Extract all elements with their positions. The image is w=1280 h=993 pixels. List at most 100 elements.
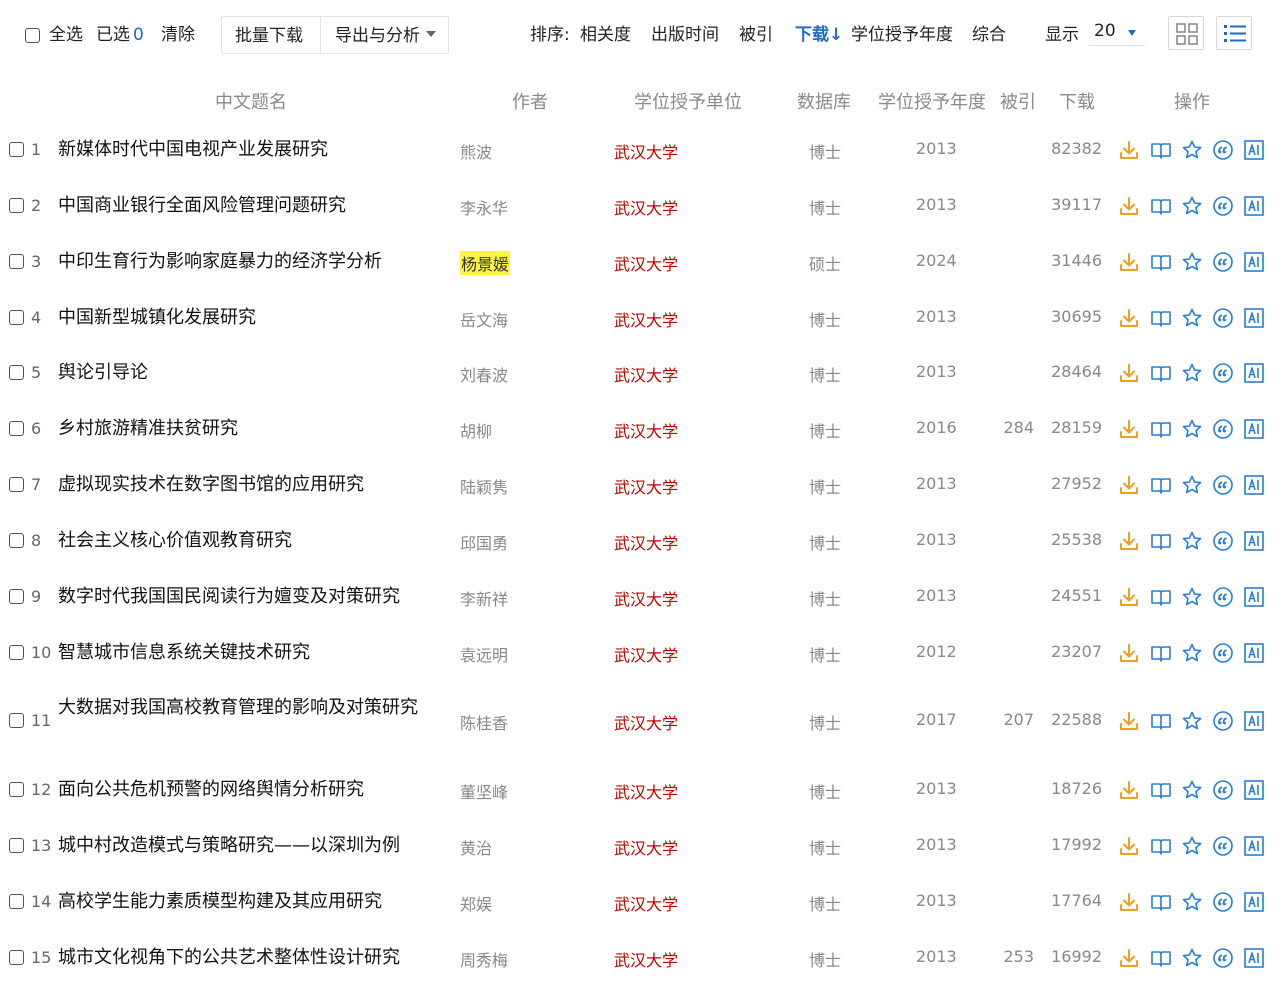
download-icon[interactable] [1118,307,1140,329]
download-icon[interactable] [1118,195,1140,217]
row-degree-unit-link[interactable]: 武汉大学 [614,835,678,859]
row-degree-unit-link[interactable]: 武汉大学 [614,710,678,734]
row-author-link[interactable]: 袁远明 [460,642,508,666]
favorite-star-icon[interactable] [1181,586,1203,608]
row-title-link[interactable]: 中国商业银行全面风险管理问题研究 [58,193,438,219]
favorite-star-icon[interactable] [1181,307,1203,329]
favorite-star-icon[interactable] [1181,947,1203,969]
cite-quote-icon[interactable] [1212,362,1234,384]
download-icon[interactable] [1118,891,1140,913]
row-title-link[interactable]: 乡村旅游精准扶贫研究 [58,416,438,442]
read-book-icon[interactable] [1150,139,1172,161]
cite-quote-icon[interactable] [1212,251,1234,273]
row-degree-unit-link[interactable]: 武汉大学 [614,779,678,803]
cite-quote-icon[interactable] [1212,474,1234,496]
cite-quote-icon[interactable] [1212,307,1234,329]
row-title-link[interactable]: 数字时代我国国民阅读行为嬗变及对策研究 [58,584,438,610]
row-checkbox[interactable] [9,421,24,436]
row-author-link[interactable]: 刘春波 [460,362,508,386]
read-book-icon[interactable] [1150,307,1172,329]
cite-quote-icon[interactable] [1212,710,1234,732]
row-title-link[interactable]: 高校学生能力素质模型构建及其应用研究 [58,889,438,915]
favorite-star-icon[interactable] [1181,195,1203,217]
row-degree-unit-link[interactable]: 武汉大学 [614,586,678,610]
row-title-link[interactable]: 城中村改造模式与策略研究——以深圳为例 [58,833,438,859]
download-icon[interactable] [1118,251,1140,273]
ai-assistant-icon[interactable] [1243,195,1265,217]
ai-assistant-icon[interactable] [1243,642,1265,664]
row-checkbox[interactable] [9,142,24,157]
cite-quote-icon[interactable] [1212,195,1234,217]
row-author-link[interactable]: 黄治 [460,835,492,859]
download-icon[interactable] [1118,530,1140,552]
row-author-link[interactable]: 岳文海 [460,307,508,331]
row-checkbox[interactable] [9,589,24,604]
download-icon[interactable] [1118,779,1140,801]
download-icon[interactable] [1118,642,1140,664]
row-checkbox[interactable] [9,477,24,492]
favorite-star-icon[interactable] [1181,139,1203,161]
favorite-star-icon[interactable] [1181,530,1203,552]
row-title-link[interactable]: 城市文化视角下的公共艺术整体性设计研究 [58,945,438,971]
row-checkbox[interactable] [9,950,24,965]
read-book-icon[interactable] [1150,362,1172,384]
row-author-link[interactable]: 周秀梅 [460,947,508,971]
favorite-star-icon[interactable] [1181,891,1203,913]
ai-assistant-icon[interactable] [1243,474,1265,496]
read-book-icon[interactable] [1150,251,1172,273]
favorite-star-icon[interactable] [1181,835,1203,857]
download-icon[interactable] [1118,947,1140,969]
row-author-link[interactable]: 董坚峰 [460,779,508,803]
favorite-star-icon[interactable] [1181,418,1203,440]
cite-quote-icon[interactable] [1212,139,1234,161]
row-author-link[interactable]: 杨景媛 [460,251,511,275]
row-title-link[interactable]: 中国新型城镇化发展研究 [58,305,438,331]
row-checkbox[interactable] [9,533,24,548]
download-icon[interactable] [1118,474,1140,496]
cite-quote-icon[interactable] [1212,418,1234,440]
ai-assistant-icon[interactable] [1243,251,1265,273]
row-title-link[interactable]: 面向公共危机预警的网络舆情分析研究 [58,777,438,803]
row-degree-unit-link[interactable]: 武汉大学 [614,251,678,275]
row-title-link[interactable]: 舆论引导论 [58,360,438,386]
download-icon[interactable] [1118,418,1140,440]
favorite-star-icon[interactable] [1181,474,1203,496]
read-book-icon[interactable] [1150,195,1172,217]
row-author-link[interactable]: 胡柳 [460,418,492,442]
cite-quote-icon[interactable] [1212,586,1234,608]
ai-assistant-icon[interactable] [1243,530,1265,552]
download-icon[interactable] [1118,835,1140,857]
ai-assistant-icon[interactable] [1243,139,1265,161]
row-author-link[interactable]: 李新祥 [460,586,508,610]
favorite-star-icon[interactable] [1181,362,1203,384]
row-degree-unit-link[interactable]: 武汉大学 [614,139,678,163]
read-book-icon[interactable] [1150,530,1172,552]
row-degree-unit-link[interactable]: 武汉大学 [614,307,678,331]
read-book-icon[interactable] [1150,710,1172,732]
read-book-icon[interactable] [1150,474,1172,496]
row-degree-unit-link[interactable]: 武汉大学 [614,474,678,498]
row-degree-unit-link[interactable]: 武汉大学 [614,947,678,971]
ai-assistant-icon[interactable] [1243,779,1265,801]
ai-assistant-icon[interactable] [1243,586,1265,608]
download-icon[interactable] [1118,139,1140,161]
read-book-icon[interactable] [1150,642,1172,664]
row-degree-unit-link[interactable]: 武汉大学 [614,642,678,666]
row-checkbox[interactable] [9,645,24,660]
favorite-star-icon[interactable] [1181,251,1203,273]
favorite-star-icon[interactable] [1181,710,1203,732]
favorite-star-icon[interactable] [1181,779,1203,801]
cite-quote-icon[interactable] [1212,642,1234,664]
read-book-icon[interactable] [1150,779,1172,801]
row-degree-unit-link[interactable]: 武汉大学 [614,362,678,386]
row-author-link[interactable]: 郑娱 [460,891,492,915]
read-book-icon[interactable] [1150,891,1172,913]
cite-quote-icon[interactable] [1212,891,1234,913]
row-checkbox[interactable] [9,198,24,213]
row-checkbox[interactable] [9,310,24,325]
cite-quote-icon[interactable] [1212,779,1234,801]
download-icon[interactable] [1118,362,1140,384]
row-author-link[interactable]: 陆颖隽 [460,474,508,498]
read-book-icon[interactable] [1150,947,1172,969]
favorite-star-icon[interactable] [1181,642,1203,664]
